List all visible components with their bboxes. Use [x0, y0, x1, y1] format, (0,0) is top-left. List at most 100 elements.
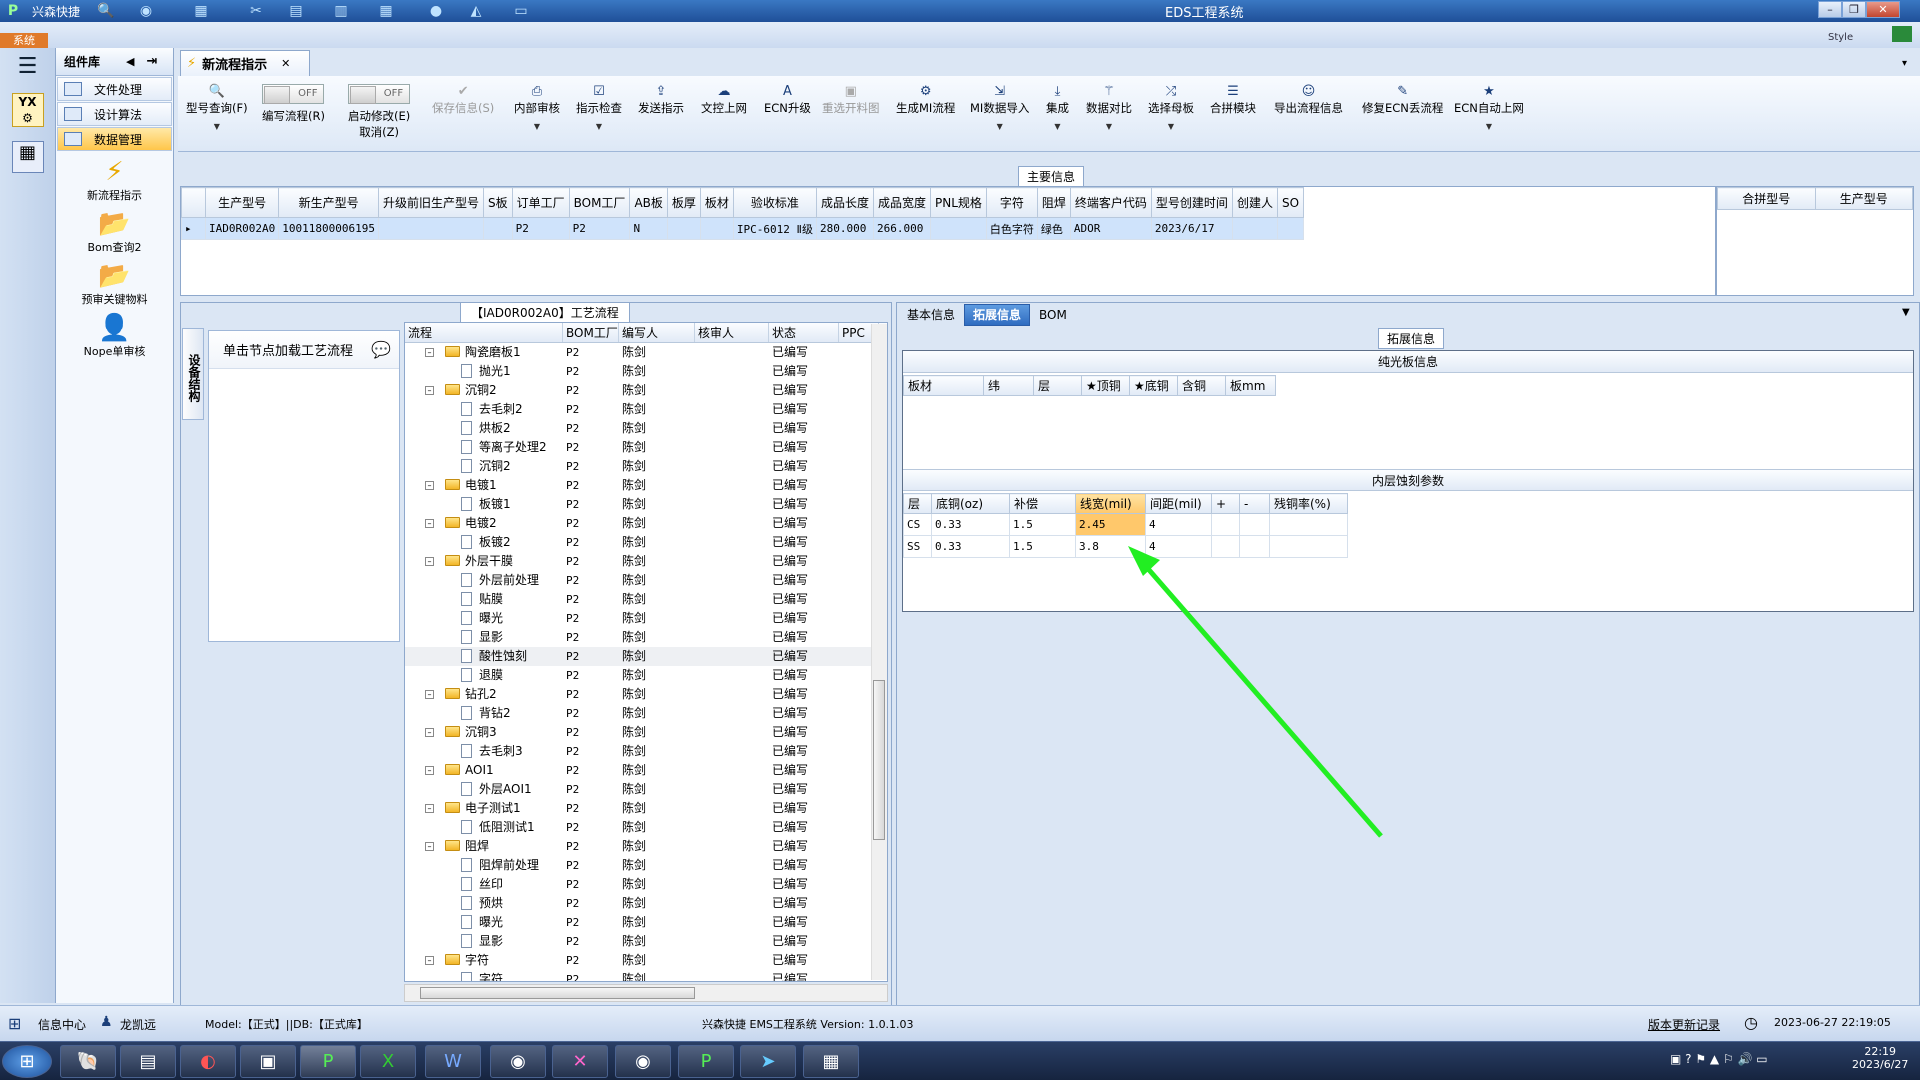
model-query-button[interactable]: 🔍 型号查询(F) ▼ — [186, 84, 248, 131]
exit-icon[interactable]: ⇥ — [146, 54, 157, 69]
monitor-icon[interactable]: ▭ — [510, 2, 532, 20]
main-cell[interactable] — [699, 217, 734, 240]
tree-node[interactable]: – 钻孔2 — [405, 685, 563, 704]
generate-mi-button[interactable]: ⚙ 生成MI流程 — [896, 84, 955, 116]
tree-node[interactable]: – 电镀1 — [405, 476, 563, 495]
etch-col-5[interactable]: + — [1211, 493, 1240, 514]
reselect-cut-button[interactable]: ▣ 重选开料图 — [822, 84, 880, 116]
main-col-6[interactable]: AB板 — [629, 187, 668, 218]
taskbar-notepad-icon[interactable]: ▤ — [120, 1045, 176, 1078]
tab-bom[interactable]: BOM — [1030, 304, 1076, 326]
tree-node[interactable]: 板镀2 — [405, 533, 563, 552]
detail-dropdown-icon[interactable]: ▼ — [1902, 307, 1910, 318]
tree-row[interactable]: 烘板2 P2 陈剑 已编写 — [405, 419, 887, 438]
col-status[interactable]: 状态 — [769, 323, 839, 342]
tree-row[interactable]: 板镀2 P2 陈剑 已编写 — [405, 533, 887, 552]
collapse-toggle-icon[interactable]: – — [425, 728, 434, 737]
taskbar-app-icon[interactable]: ◐ — [180, 1045, 236, 1078]
tree-node[interactable]: – 阻焊 — [405, 837, 563, 856]
main-cell[interactable]: 10011800006195 — [278, 217, 379, 240]
yx-app-icon[interactable]: YX ⚙ — [11, 93, 44, 127]
tree-row[interactable]: 贴膜 P2 陈剑 已编写 — [405, 590, 887, 609]
tree-row[interactable]: – 阻焊 P2 陈剑 已编写 — [405, 837, 887, 856]
tree-row[interactable]: – 沉铜3 P2 陈剑 已编写 — [405, 723, 887, 742]
doc-online-button[interactable]: ☁ 文控上网 — [701, 84, 747, 116]
etch-cell[interactable]: 2.45 — [1075, 513, 1146, 536]
main-col-16[interactable]: 型号创建时间 — [1150, 187, 1233, 218]
main-col-3[interactable]: S板 — [482, 187, 513, 218]
tree-row[interactable]: 显影 P2 陈剑 已编写 — [405, 628, 887, 647]
tree-node[interactable]: 沉铜2 — [405, 457, 563, 476]
click-node-prompt[interactable]: 单击节点加载工艺流程 💬 — [209, 331, 399, 369]
taskbar-eds-icon[interactable]: P — [300, 1045, 356, 1078]
etch-cell[interactable] — [1211, 513, 1240, 536]
main-cell[interactable]: 白色字符 — [985, 217, 1038, 240]
globe-icon[interactable]: ◉ — [135, 2, 157, 20]
grid-icon[interactable]: ▤ — [285, 2, 307, 20]
collapse-toggle-icon[interactable]: – — [425, 766, 434, 775]
taskbar-x-icon[interactable]: ✕ — [552, 1045, 608, 1078]
component-bom-query[interactable]: 📂 Bom查询2 — [56, 209, 173, 255]
tree-row[interactable]: 阻焊前处理 P2 陈剑 已编写 — [405, 856, 887, 875]
main-col-14[interactable]: 阻焊 — [1036, 187, 1071, 218]
fix-ecn-button[interactable]: ✎ 修复ECN丢流程 — [1362, 84, 1443, 116]
component-item-data[interactable]: 数据管理 — [57, 127, 172, 151]
main-cell[interactable]: IAD0R002A0 — [204, 217, 280, 240]
tree-node[interactable]: 等离子处理2 — [405, 438, 563, 457]
tree-node[interactable]: – 字符 — [405, 951, 563, 970]
main-col-11[interactable]: 成品宽度 — [872, 187, 931, 218]
col-writer[interactable]: 编写人 — [619, 323, 695, 342]
collapse-toggle-icon[interactable]: – — [425, 348, 434, 357]
collapse-toggle-icon[interactable]: – — [425, 557, 434, 566]
tree-node[interactable]: 显影 — [405, 628, 563, 647]
tree-row[interactable]: 曝光 P2 陈剑 已编写 — [405, 913, 887, 932]
tray-clock[interactable]: 22:19 2023/6/27 — [1852, 1045, 1908, 1071]
collapse-toggle-icon[interactable]: – — [425, 519, 434, 528]
start-button[interactable]: ⊞ — [2, 1045, 52, 1078]
tree-row[interactable]: 丝印 P2 陈剑 已编写 — [405, 875, 887, 894]
taskbar-eye2-icon[interactable]: ◉ — [615, 1045, 671, 1078]
info-center-link[interactable]: 信息中心 — [38, 1016, 86, 1033]
main-col-15[interactable]: 终端客户代码 — [1069, 187, 1152, 218]
component-prereview[interactable]: 📂 预审关键物料 — [56, 261, 173, 307]
area-chart-icon[interactable]: ◭ — [465, 2, 487, 20]
main-cell[interactable] — [1231, 217, 1278, 240]
etch-col-2[interactable]: 补偿 — [1009, 493, 1076, 514]
col-bom[interactable]: BOM工厂 — [563, 323, 619, 342]
main-col-9[interactable]: 验收标准 — [732, 187, 817, 218]
tree-node[interactable]: – 电子测试1 — [405, 799, 563, 818]
tree-vertical-scroll-thumb[interactable] — [873, 680, 885, 840]
tree-node[interactable]: – 沉铜2 — [405, 381, 563, 400]
etch-col-6[interactable]: - — [1239, 493, 1270, 514]
taskbar-word-icon[interactable]: W — [425, 1045, 481, 1078]
tree-node[interactable]: 外层AOI1 — [405, 780, 563, 799]
toggle-switch[interactable]: OFF — [348, 84, 411, 104]
tree-row[interactable]: – 电镀1 P2 陈剑 已编写 — [405, 476, 887, 495]
tree-row[interactable]: 低阻测试1 P2 陈剑 已编写 — [405, 818, 887, 837]
integrate-button[interactable]: ⤓ 集成 ▼ — [1046, 84, 1069, 131]
etch-cell[interactable] — [1239, 513, 1270, 536]
tree-row[interactable]: 抛光1 P2 陈剑 已编写 — [405, 362, 887, 381]
main-col-12[interactable]: PNL规格 — [929, 187, 987, 218]
mi-import-button[interactable]: ⇲ MI数据导入 ▼ — [970, 84, 1029, 131]
internal-review-button[interactable]: ⎙ 内部审核 ▼ — [514, 84, 560, 131]
tree-node[interactable]: – 沉铜3 — [405, 723, 563, 742]
tree-node[interactable]: – 外层干膜 — [405, 552, 563, 571]
search-icon[interactable]: 🔍 — [95, 2, 117, 20]
main-col-2[interactable]: 升级前旧生产型号 — [377, 187, 484, 218]
plain-col-0[interactable]: 板材 — [903, 375, 984, 396]
etch-cell[interactable]: 4 — [1145, 535, 1212, 558]
plain-col-1[interactable]: 纬 — [983, 375, 1034, 396]
tree-row[interactable]: 背钻2 P2 陈剑 已编写 — [405, 704, 887, 723]
tab-basic-info[interactable]: 基本信息 — [898, 304, 964, 326]
tree-row[interactable]: – 陶瓷磨板1 P2 陈剑 已编写 — [405, 343, 887, 362]
main-cell[interactable]: IPC-6012 Ⅱ级 — [732, 217, 817, 240]
ecn-auto-online-button[interactable]: ★ ECN自动上网 ▼ — [1454, 84, 1524, 131]
main-cell[interactable] — [482, 217, 513, 240]
start-edit-toggle[interactable]: OFF 启动修改(E) 取消(Z) — [348, 84, 410, 140]
data-compare-button[interactable]: ⚚ 数据对比 ▼ — [1086, 84, 1132, 131]
export-flow-button[interactable]: ☺ 导出流程信息 — [1274, 84, 1343, 116]
tree-row[interactable]: 外层前处理 P2 陈剑 已编写 — [405, 571, 887, 590]
col-flow[interactable]: 流程 — [405, 323, 563, 342]
tree-node[interactable]: 曝光 — [405, 913, 563, 932]
